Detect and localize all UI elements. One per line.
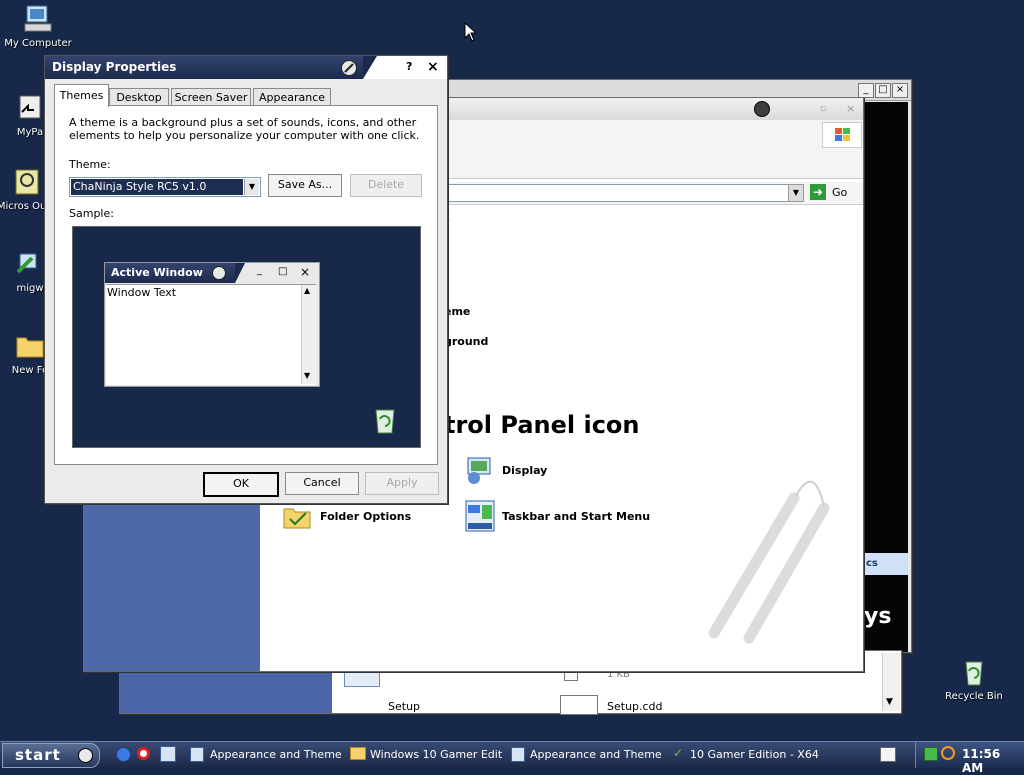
minimize-button[interactable]: ▫ — [820, 104, 826, 114]
file-name[interactable]: Setup.cdd — [607, 700, 663, 713]
mouse-cursor-icon — [464, 21, 478, 45]
tab-desktop[interactable]: Desktop — [109, 88, 169, 106]
taskbar-item-gamer-edition-x64[interactable]: 10 Gamer Edition - X64 ... — [690, 745, 820, 765]
theme-select-value: ChaNinja Style RC5 v1.0 — [71, 179, 243, 195]
taskbar-item-appearance-themes-2[interactable]: Appearance and Themes — [530, 745, 662, 765]
address-dropdown-chevron-down-icon[interactable]: ▼ — [788, 184, 804, 202]
scroll-down-arrow-icon[interactable]: ▼ — [886, 697, 893, 707]
delete-button[interactable]: Delete — [350, 174, 422, 197]
ninja-logo-icon — [78, 748, 93, 763]
tab-themes[interactable]: Themes — [54, 84, 109, 107]
minimize-button[interactable]: _ — [858, 83, 874, 98]
themes-description: A theme is a background plus a set of so… — [69, 116, 420, 142]
address-input[interactable] — [434, 184, 804, 202]
control-panel-icon — [511, 747, 525, 762]
folder-options-icon[interactable] — [282, 501, 314, 534]
taskbar-settings-icon[interactable] — [464, 499, 496, 536]
scroll-up-arrow-icon: ▲ — [304, 286, 311, 295]
desktop-icon-label: New Fo — [11, 365, 49, 376]
ok-button[interactable]: OK — [203, 472, 279, 497]
theme-label: Theme: — [69, 158, 111, 171]
opera-icon[interactable] — [137, 747, 150, 760]
apply-button[interactable]: Apply — [365, 472, 439, 495]
sample-label: Sample: — [69, 207, 114, 220]
sample-window-text: Window Text — [107, 286, 177, 299]
taskbar-item-windows10-gamer[interactable]: Windows 10 Gamer Editi... — [370, 745, 502, 765]
section-heading: trol Panel icon — [444, 411, 640, 439]
theme-select[interactable]: ChaNinja Style RC5 v1.0 ▼ — [69, 177, 261, 197]
system-tray: 11:56 AM — [915, 742, 1024, 775]
chevron-down-icon[interactable]: ▼ — [244, 179, 259, 195]
minimize-icon: _ — [257, 265, 262, 276]
display-icon[interactable] — [464, 454, 496, 487]
ninja-logo-icon — [341, 60, 357, 76]
display-properties-dialog[interactable]: Display Properties ? × Themes Desktop Sc… — [44, 55, 448, 504]
internet-explorer-icon[interactable] — [116, 747, 131, 762]
themes-tab-panel: A theme is a background plus a set of so… — [54, 105, 438, 465]
recycle-bin-icon — [370, 405, 400, 438]
maximize-button[interactable]: □ — [875, 83, 891, 98]
recycle-bin-icon — [958, 656, 990, 688]
close-button[interactable]: × — [427, 59, 439, 75]
explorer-quicklaunch-icon[interactable] — [160, 746, 176, 762]
outlook-icon — [12, 166, 44, 198]
sample-scrollbar: ▲ ▼ — [301, 285, 316, 384]
go-arrow-icon[interactable]: ➜ — [810, 184, 826, 200]
tab-appearance[interactable]: Appearance — [253, 88, 331, 106]
search-icon[interactable] — [941, 746, 955, 760]
network-tray-icon[interactable] — [924, 747, 938, 761]
tab-screen-saver[interactable]: Screen Saver — [171, 88, 251, 106]
start-button[interactable]: start — [2, 743, 100, 768]
leaf-app-icon: ✓ — [673, 746, 684, 760]
control-panel-item-taskbar-start-menu[interactable]: Taskbar and Start Menu — [502, 510, 650, 523]
dialog-title: Display Properties — [52, 60, 177, 74]
taskbar-item-appearance-themes[interactable]: Appearance and Themes — [210, 745, 342, 765]
keyboard-icon[interactable] — [880, 747, 896, 762]
desktop-icon-label: My Computer — [4, 38, 72, 49]
start-button-label: start — [15, 746, 61, 764]
network-icon — [14, 248, 46, 280]
control-panel-item-folder-options[interactable]: Folder Options — [320, 510, 411, 523]
scroll-down-arrow-icon: ▼ — [304, 371, 311, 380]
folder-icon — [350, 747, 366, 760]
save-as-button[interactable]: Save As... — [268, 174, 342, 197]
desktop-icon-label: MyPa — [16, 127, 44, 138]
vertical-scrollbar[interactable]: ▼ — [882, 653, 900, 711]
task-link-background[interactable]: ground — [444, 335, 488, 348]
side-panel-brand-text: ys — [864, 604, 892, 629]
folder-icon — [14, 330, 46, 362]
sample-window-title: Active Window — [111, 266, 203, 279]
go-button-label[interactable]: Go — [832, 186, 847, 199]
control-panel-icon — [190, 747, 204, 762]
ninja-logo-icon — [212, 266, 226, 280]
side-panel-label: cs — [860, 553, 908, 575]
nunchaku-watermark-icon — [704, 458, 844, 651]
windows-logo-icon — [822, 122, 862, 148]
desktop-icon-my-computer[interactable]: My Computer — [0, 3, 76, 49]
ninja-logo-icon — [754, 101, 770, 117]
shortcut-icon — [14, 92, 46, 124]
desktop-icon-recycle-bin[interactable]: Recycle Bin — [936, 656, 1012, 702]
computer-icon — [22, 3, 54, 35]
control-panel-item-display[interactable]: Display — [502, 464, 547, 477]
file-name[interactable]: Setup — [388, 700, 420, 713]
document-icon — [560, 695, 598, 715]
help-button[interactable]: ? — [406, 60, 412, 73]
cancel-button[interactable]: Cancel — [285, 472, 359, 495]
desktop-icon-label: migw — [16, 283, 44, 294]
desktop-icon-label: Recycle Bin — [945, 691, 1003, 702]
clock[interactable]: 11:56 AM — [962, 747, 1024, 775]
sample-active-window: Active Window _ □ × Window Text ▲ ▼ — [104, 262, 320, 387]
theme-sample-preview: Active Window _ □ × Window Text ▲ ▼ — [72, 226, 421, 448]
close-icon: × — [300, 265, 311, 279]
maximize-icon: □ — [278, 266, 288, 277]
close-button[interactable]: × — [892, 83, 908, 98]
close-button[interactable]: × — [846, 102, 855, 115]
